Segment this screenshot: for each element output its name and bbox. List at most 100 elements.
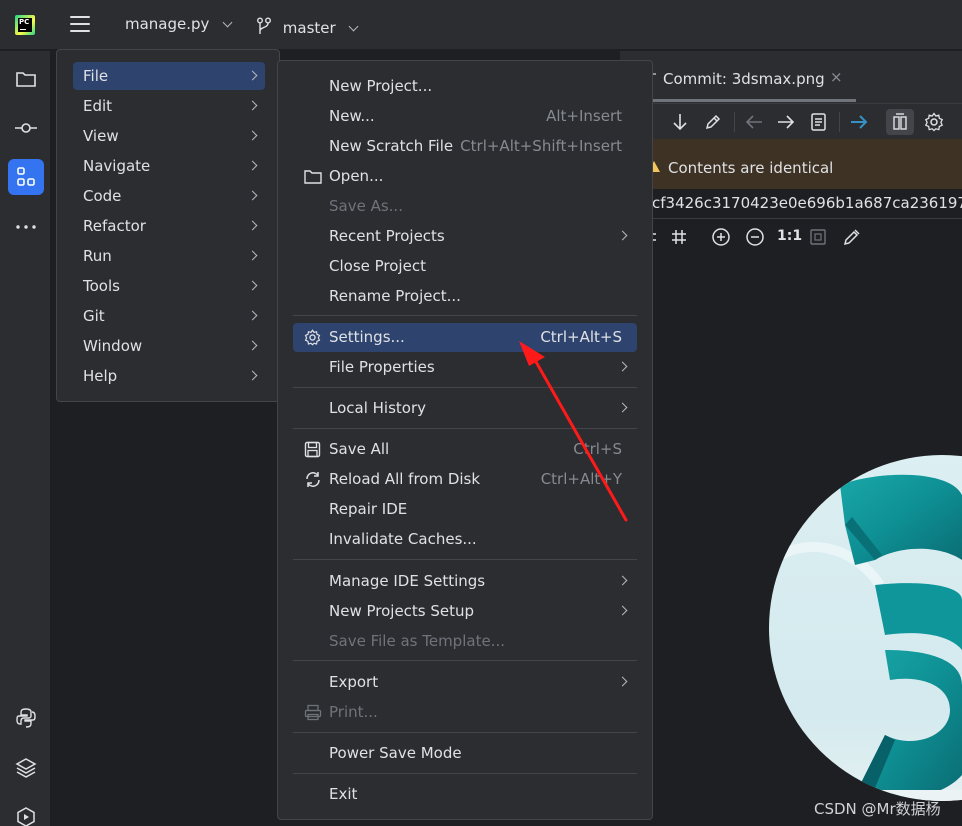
services-tool-button[interactable] — [8, 799, 44, 826]
more-icon — [16, 225, 36, 229]
menu-git[interactable]: Git — [73, 302, 265, 330]
menu-separator — [293, 428, 637, 429]
python-console-button[interactable] — [8, 700, 44, 736]
image-preview — [620, 255, 962, 826]
menu-item-shortcut: Ctrl+Alt+Shift+Insert — [460, 137, 622, 155]
edit-pencil-icon[interactable] — [704, 113, 722, 131]
title-bar: PC manage.py master — [0, 0, 962, 50]
menu-item-local-history[interactable]: Local History — [293, 394, 637, 423]
color-picker-icon[interactable] — [842, 227, 862, 247]
chevron-right-icon — [617, 402, 628, 413]
menu-item-new-projects-setup[interactable]: New Projects Setup — [293, 597, 637, 626]
actual-size-button[interactable]: 1:1 — [777, 228, 802, 244]
menu-label: Git — [83, 307, 105, 325]
current-file-label: manage.py — [125, 15, 210, 33]
commit-icon — [15, 123, 37, 133]
more-tools-button[interactable] — [8, 209, 44, 245]
arrow-left-icon[interactable] — [745, 114, 763, 130]
menu-item-exit[interactable]: Exit — [293, 780, 637, 809]
menu-item-settings[interactable]: Settings... Ctrl+Alt+S — [293, 323, 637, 352]
menu-item-label: Invalidate Caches... — [329, 530, 477, 548]
menu-item-repair-ide[interactable]: Repair IDE — [293, 495, 637, 524]
menu-item-recent-projects[interactable]: Recent Projects — [293, 222, 637, 251]
diff-toolbar — [620, 103, 962, 139]
chevron-down-icon — [222, 17, 233, 28]
menu-refactor[interactable]: Refactor — [73, 212, 265, 240]
arrow-right-icon[interactable] — [777, 114, 795, 130]
menu-item-save-as: Save As... — [293, 192, 637, 221]
chevron-right-icon — [247, 280, 258, 291]
menu-item-reload-all[interactable]: Reload All from Disk Ctrl+Alt+Y — [293, 465, 637, 494]
menu-separator — [293, 773, 637, 774]
jump-arrow-icon[interactable] — [850, 114, 868, 130]
menu-item-label: New Scratch File — [329, 137, 454, 155]
menu-item-new-scratch-file[interactable]: New Scratch File Ctrl+Alt+Shift+Insert — [293, 132, 637, 161]
editor-area: Commit: 3dsmax.png × Contents are identi… — [620, 51, 962, 826]
menu-label: Run — [83, 247, 112, 265]
menu-item-manage-ide-settings[interactable]: Manage IDE Settings — [293, 567, 637, 596]
menu-item-save-all[interactable]: Save All Ctrl+S — [293, 435, 637, 464]
menu-item-label: New Project... — [329, 77, 433, 95]
menu-item-new[interactable]: New... Alt+Insert — [293, 102, 637, 131]
side-by-side-toggle[interactable] — [886, 109, 914, 135]
hash-grid-icon[interactable] — [670, 228, 688, 246]
menu-item-power-save-mode[interactable]: Power Save Mode — [293, 739, 637, 768]
menu-window[interactable]: Window — [73, 332, 265, 360]
tab-close-icon[interactable]: × — [830, 68, 843, 86]
chevron-right-icon — [247, 190, 258, 201]
menu-item-export[interactable]: Export — [293, 668, 637, 697]
menu-view[interactable]: View — [73, 122, 265, 150]
menu-separator — [293, 660, 637, 661]
menu-tools[interactable]: Tools — [73, 272, 265, 300]
folder-icon — [304, 170, 322, 184]
zoom-out-icon[interactable] — [745, 227, 765, 247]
menu-navigate[interactable]: Navigate — [73, 152, 265, 180]
menu-item-close-project[interactable]: Close Project — [293, 252, 637, 281]
branch-selector[interactable]: master — [256, 15, 359, 37]
gear-icon[interactable] — [924, 112, 944, 132]
menu-label: Tools — [83, 277, 120, 295]
menu-code[interactable]: Code — [73, 182, 265, 210]
menu-file[interactable]: File — [73, 62, 265, 90]
menu-run[interactable]: Run — [73, 242, 265, 270]
fit-zoom-icon[interactable] — [809, 228, 827, 246]
menu-item-shortcut: Ctrl+Alt+Y — [540, 470, 622, 488]
structure-tool-button[interactable] — [8, 159, 44, 195]
menu-item-rename-project[interactable]: Rename Project... — [293, 282, 637, 311]
pycharm-logo-icon[interactable]: PC — [15, 15, 35, 35]
menu-item-label: Close Project — [329, 257, 426, 275]
menu-item-invalidate-caches[interactable]: Invalidate Caches... — [293, 525, 637, 554]
menu-edit[interactable]: Edit — [73, 92, 265, 120]
menu-item-file-properties[interactable]: File Properties — [293, 353, 637, 382]
menu-item-label: Recent Projects — [329, 227, 445, 245]
editor-tab-commit[interactable]: Commit: 3dsmax.png — [663, 70, 825, 88]
structure-icon — [17, 167, 35, 186]
menu-item-save-file-as-template: Save File as Template... — [293, 627, 637, 656]
menu-item-label: Repair IDE — [329, 500, 408, 518]
menu-help[interactable]: Help — [73, 362, 265, 390]
layers-tool-button[interactable] — [8, 750, 44, 786]
chevron-right-icon — [247, 250, 258, 261]
menu-item-open[interactable]: Open... — [293, 162, 637, 191]
menu-item-shortcut: Ctrl+Alt+S — [540, 328, 622, 346]
main-menu-button[interactable] — [70, 16, 90, 32]
project-file-selector[interactable]: manage.py — [125, 15, 233, 33]
chevron-right-icon — [247, 310, 258, 321]
document-icon[interactable] — [809, 112, 829, 132]
arrow-down-icon[interactable] — [672, 113, 688, 131]
menu-separator — [293, 315, 637, 316]
menu-item-label: New Projects Setup — [329, 602, 475, 620]
project-tool-button[interactable] — [8, 61, 44, 97]
zoom-in-icon[interactable] — [711, 227, 731, 247]
3dsmax-logo-image — [769, 455, 962, 801]
commit-tool-button[interactable] — [8, 110, 44, 146]
services-icon — [17, 807, 35, 826]
git-branch-icon — [257, 17, 271, 34]
menu-item-label: Exit — [329, 785, 358, 803]
menu-item-new-project[interactable]: New Project... — [293, 72, 637, 101]
chevron-right-icon — [617, 605, 628, 616]
printer-icon — [304, 704, 322, 721]
menu-item-label: Export — [329, 673, 379, 691]
menu-item-label: File Properties — [329, 358, 435, 376]
menu-item-label: Save All — [329, 440, 390, 458]
